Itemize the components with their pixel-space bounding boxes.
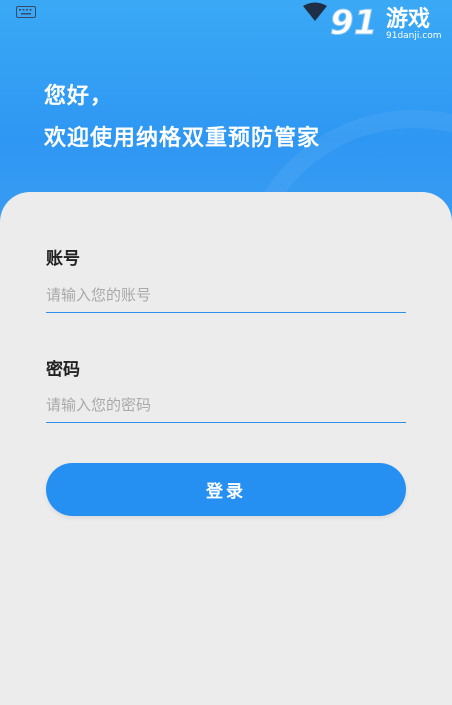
login-card: 账号 密码 登录 bbox=[0, 192, 452, 705]
password-input[interactable] bbox=[46, 388, 406, 423]
watermark-domain: 91danji.com bbox=[386, 31, 441, 41]
watermark-brand: 游戏 bbox=[386, 6, 430, 32]
account-input[interactable] bbox=[46, 278, 406, 313]
password-label: 密码 bbox=[46, 360, 80, 380]
account-label: 账号 bbox=[46, 249, 80, 269]
welcome-title: 欢迎使用纳格双重预防管家 bbox=[44, 126, 321, 151]
login-button[interactable]: 登录 bbox=[46, 463, 406, 516]
keyboard-icon bbox=[16, 6, 36, 18]
greeting-text: 您好， bbox=[44, 84, 114, 109]
watermark-logo: 91 游戏 91danji.com bbox=[330, 3, 442, 43]
watermark-logo-number: 91 bbox=[330, 3, 377, 42]
